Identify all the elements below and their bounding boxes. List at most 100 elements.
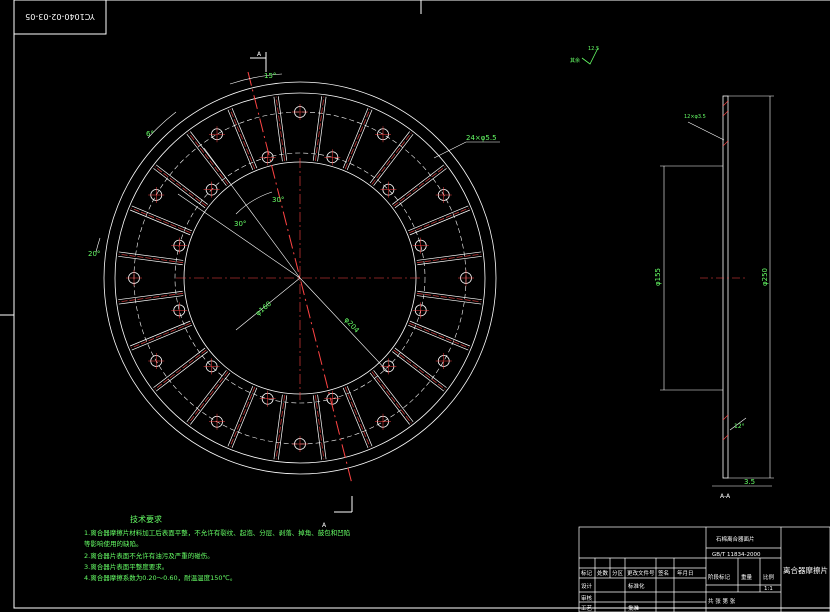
hatch-bottom-2 [722,434,729,441]
groove-slot-edge [317,96,327,162]
groove-slot-edge [131,205,192,232]
groove-slot-edge [394,347,447,388]
groove-slot-edge [369,131,410,184]
requirement-item: 等影响使用的缺陷。 [84,540,143,549]
cad-drawing: YC1040-02-03-05 A A 15° 6° 24×φ5.5 30° 3… [0,0,830,612]
groove-slot-centerline [416,253,482,263]
tb-header-5: 年月日 [677,569,694,577]
groove-slot-centerline [315,96,325,162]
groove-slot-edge [317,394,327,460]
side-view: φ155 φ250 3.5 12×φ3.5 12° A-A [654,95,774,500]
tb-weight: 重量 [741,573,753,581]
dim-dia-250: φ250 [761,268,769,286]
groove-slot-edge [346,109,373,170]
requirement-item: 1.离合器摩擦片材料加工后表面平整，不允许有裂纹、起泡、分层、剥落、掉角、鼓包和… [84,529,351,537]
hatch-top-3 [722,140,729,147]
dim-side-holes: 12×φ3.5 [684,114,706,120]
groove-slot-centerline [344,386,371,448]
tb-scale: 比例 [763,573,775,581]
dim-angle-20: 20° [88,250,100,258]
groove-slot-edge [409,209,471,236]
groove-slot-centerline [344,108,371,170]
groove-slot-edge [417,290,482,301]
section-view-label: A-A [720,493,731,500]
groove-slot-edge [129,209,191,236]
groove-slot-centerline [118,293,184,303]
groove-slot-edge [153,347,206,388]
dim-dia-204: φ204 [343,316,361,335]
groove-slot-centerline [188,371,229,424]
dim-holes: 24×φ5.5 [466,134,497,142]
groove-slot-edge [312,395,323,460]
holes-leader [433,141,467,159]
technical-requirements-title: 技术要求 [130,515,162,524]
drawing-number: YC1040-02-03-05 [25,12,96,21]
groove-slot-centerline [130,322,192,349]
tb-standardization: 标准化 [628,582,645,590]
groove-slot-edge [190,372,231,425]
tb-sheets: 共 张 第 张 [708,597,736,605]
tb-stage-mark: 阶段标记 [708,573,731,581]
groove-slot-edge [227,109,254,170]
tb-header-1: 处数 [597,569,609,577]
dim-thickness: 3.5 [744,478,755,486]
groove-slot-edge [312,96,323,161]
groove-slot-centerline [130,207,192,234]
dia-204-leader [299,277,389,373]
groove-slot-edge [277,96,288,161]
tb-left-row-0: 设计 [581,582,593,590]
tb-scale-value: 1:1 [764,586,773,592]
tb-header-3: 更改文件号 [627,569,655,577]
groove-slot-centerline [408,322,470,349]
side-holes-leader [687,121,725,141]
groove-slot-edge [129,320,191,347]
front-view: A A 15° 6° 24×φ5.5 30° 30° 20° φ160 φ204 [88,51,500,529]
groove-slot-edge [373,133,414,186]
groove-slot-edge [392,164,445,205]
tb-part-name: 离合器摩擦片 [783,565,828,575]
surface-finish-value: 12.5 [588,46,599,52]
groove-slot-centerline [416,293,482,303]
groove-slot-centerline [393,349,446,390]
groove-slot-edge [342,387,369,449]
groove-slot-edge [373,370,414,423]
groove-slot-edge [153,168,206,209]
groove-slot-edge [118,290,183,301]
groove-slot-centerline [154,349,207,390]
groove-slot-centerline [275,96,285,162]
dim-angle-6: 6° [146,130,154,138]
tb-left-row-2: 工艺 [581,605,593,612]
groove-slot-edge [408,205,469,232]
groove-slot-edge [118,295,184,305]
groove-slot-edge [409,320,471,347]
groove-slot-edge [118,251,184,261]
tb-standard-code: GB/T 11834-2000 [712,552,761,558]
groove-slot-edge [417,255,482,266]
groove-slot-edge [273,96,283,162]
tb-standard-title: 石棉离合器面片 [716,535,755,543]
dim-angle-30-outer: 30° [272,196,284,204]
groove-slot-edge [369,372,410,425]
groove-slot-edge [416,251,482,261]
title-block-text: 石棉离合器面片 GB/T 11834-2000 离合器摩擦片 标记 处数 分区 … [581,535,828,612]
tb-left-row-1: 审核 [581,594,593,602]
groove-slot-edge [227,386,254,447]
requirement-item: 2.离合器片表面不允许有油污及严重的碰伤。 [84,551,214,560]
groove-slot-edge [131,324,192,351]
groove-slot-centerline [371,371,412,424]
technical-requirements-list: 1.离合器摩擦片材料加工后表面平整，不允许有裂纹、起泡、分层、剥落、掉角、鼓包和… [84,528,350,584]
requirement-item: 3.离合器片表面平整度要求。 [84,562,169,571]
side-view-body [722,95,729,479]
groove-slot-centerline [154,166,207,207]
surface-finish-note: 其余 [570,57,580,64]
hatch-top-2 [722,110,729,117]
groove-slot-centerline [371,132,412,185]
groove-slot-edge [392,351,445,392]
groove-slot-edge [346,386,373,447]
groove-slot-edge [118,255,183,266]
groove-slot-edge [394,168,447,209]
groove-slot-centerline [118,253,184,263]
dim-dia-155: φ155 [654,268,662,286]
dim-angle-15: 15° [264,72,276,80]
groove-slot-edge [231,107,258,169]
